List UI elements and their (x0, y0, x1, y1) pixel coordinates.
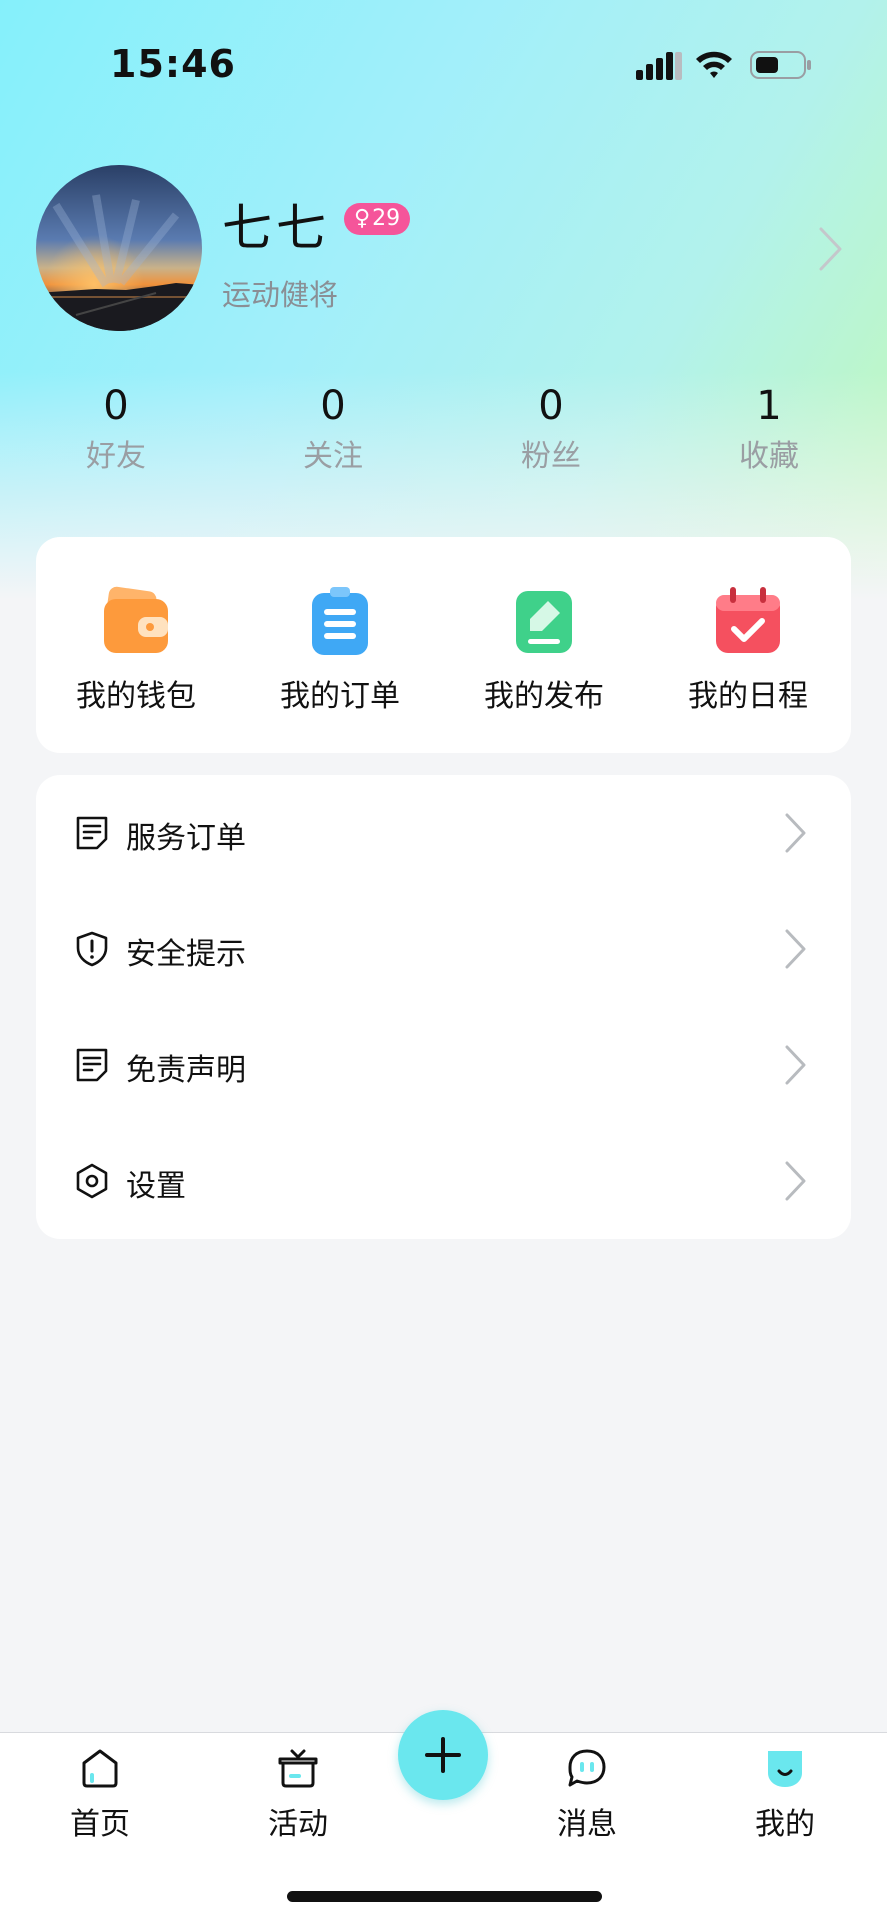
profile-face-icon (768, 1751, 802, 1787)
stat-following[interactable]: 0 关注 (253, 380, 413, 478)
profile-chevron-right-icon[interactable] (818, 226, 844, 272)
stats-row: 0 好友 0 关注 0 粉丝 1 收藏 (0, 380, 887, 490)
quick-actions-card: 我的钱包 我的订单 我的发布 我的日程 (36, 537, 851, 753)
wallet-icon (104, 586, 168, 653)
status-bar: 15:46 (0, 0, 887, 130)
tab-label: 我的 (755, 1807, 815, 1842)
quick-action-label: 我的发布 (484, 679, 604, 714)
document-icon (76, 816, 108, 850)
stat-value: 0 (103, 383, 129, 429)
chevron-right-icon (785, 1045, 806, 1085)
stat-favorites[interactable]: 1 收藏 (689, 380, 849, 478)
stat-fans[interactable]: 0 粉丝 (471, 380, 631, 478)
home-indicator (287, 1891, 602, 1902)
quick-action-label: 我的钱包 (76, 679, 196, 714)
publish-edit-icon (516, 591, 572, 653)
create-button[interactable] (398, 1710, 488, 1800)
quick-action-publish[interactable]: 我的发布 (444, 537, 644, 753)
quick-action-orders[interactable]: 我的订单 (240, 537, 440, 753)
user-title: 运动健将 (222, 278, 339, 312)
gender-age-badge: ♀ 29 (344, 203, 411, 235)
status-time: 15:46 (110, 42, 236, 86)
activity-icon (278, 1749, 318, 1788)
tab-home[interactable]: 首页 (30, 1733, 170, 1863)
stat-label: 收藏 (739, 439, 799, 474)
stat-value: 0 (538, 383, 564, 429)
stat-value: 0 (320, 383, 346, 429)
stat-label: 好友 (86, 439, 146, 474)
tab-activity[interactable]: 活动 (228, 1733, 368, 1863)
tab-label: 消息 (557, 1807, 617, 1842)
quick-action-label: 我的日程 (688, 679, 808, 714)
menu-item-label: 服务订单 (126, 821, 246, 856)
menu-item-label: 安全提示 (126, 937, 246, 972)
quick-action-schedule[interactable]: 我的日程 (648, 537, 848, 753)
menu-item-label: 设置 (126, 1169, 186, 1204)
user-name: 七七 (222, 199, 330, 257)
avatar-sunset-image (36, 165, 202, 331)
chevron-right-icon (785, 929, 806, 969)
battery-icon (750, 51, 811, 79)
quick-action-label: 我的订单 (280, 679, 400, 714)
tab-profile-active[interactable]: 我的 (715, 1733, 855, 1863)
tab-label: 活动 (268, 1807, 328, 1842)
female-icon: ♀ (354, 206, 371, 231)
plus-icon (425, 1737, 461, 1773)
menu-item-settings[interactable]: 设置 (36, 1123, 851, 1239)
stat-label: 关注 (303, 439, 363, 474)
stat-friends[interactable]: 0 好友 (36, 380, 196, 478)
wifi-icon (696, 51, 732, 78)
avatar[interactable] (36, 165, 202, 331)
calendar-check-icon (716, 587, 780, 653)
hexagon-settings-icon (76, 1163, 108, 1199)
chat-bubble-icon (568, 1749, 606, 1787)
stat-label: 粉丝 (521, 439, 581, 474)
shield-alert-icon (76, 931, 108, 967)
quick-action-wallet[interactable]: 我的钱包 (36, 537, 236, 753)
menu-item-label: 免责声明 (126, 1053, 246, 1088)
chevron-right-icon (785, 1161, 806, 1201)
document-icon (76, 1048, 108, 1082)
cellular-signal-icon (636, 52, 682, 80)
tab-messages[interactable]: 消息 (517, 1733, 657, 1863)
menu-item-safety-tips[interactable]: 安全提示 (36, 891, 851, 1007)
menu-card: 服务订单 安全提示 免责声明 设置 (36, 775, 851, 1239)
menu-item-service-orders[interactable]: 服务订单 (36, 775, 851, 891)
stat-value: 1 (756, 383, 782, 429)
menu-item-disclaimer[interactable]: 免责声明 (36, 1007, 851, 1123)
home-icon (82, 1749, 118, 1788)
order-list-icon (312, 587, 368, 655)
tab-label: 首页 (70, 1807, 130, 1842)
age-value: 29 (372, 206, 401, 231)
chevron-right-icon (785, 813, 806, 853)
